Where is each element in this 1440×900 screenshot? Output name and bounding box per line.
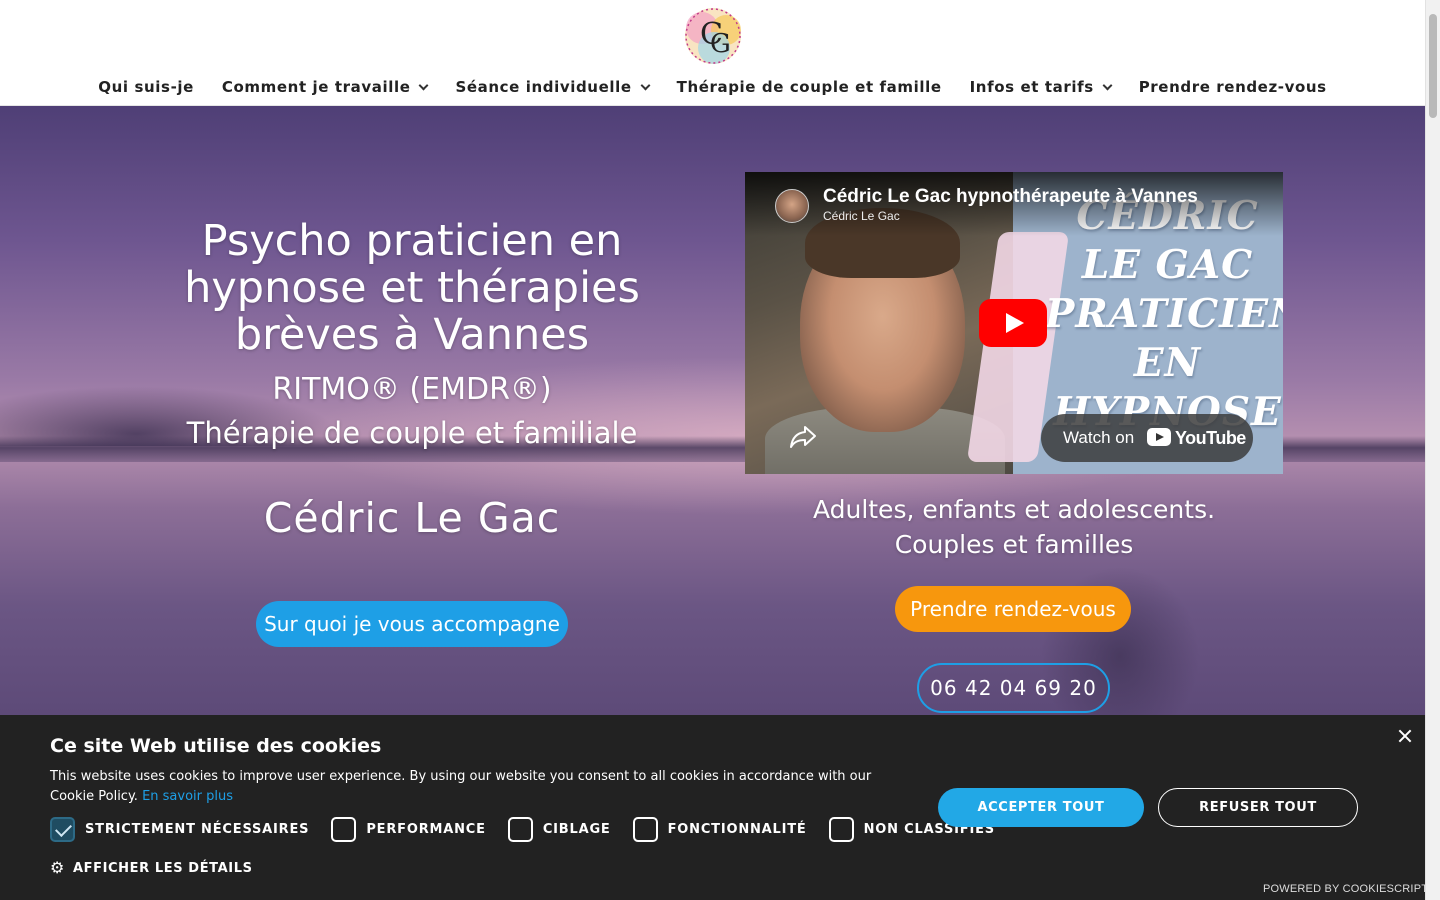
- chevron-down-icon: [419, 80, 429, 90]
- nav-item-qui-suis-je[interactable]: Qui suis-je: [98, 76, 194, 98]
- audience-line-2: Couples et familles: [894, 530, 1134, 559]
- nav-item-prendre-rendez-vous[interactable]: Prendre rendez-vous: [1139, 76, 1327, 98]
- page-title: Psycho praticien en hypnose et thérapies…: [184, 216, 640, 360]
- cookie-category-performance[interactable]: PERFORMANCE: [331, 817, 485, 842]
- audience-line-1: Adultes, enfants et adolescents.: [812, 495, 1216, 524]
- nav-item-label: Comment je travaille: [221, 78, 411, 96]
- svg-text:G: G: [710, 29, 731, 59]
- cookie-category-label: PERFORMANCE: [366, 822, 486, 837]
- share-icon[interactable]: [789, 424, 817, 450]
- site-logo[interactable]: C G: [672, 2, 754, 70]
- youtube-wordmark: YouTube: [1175, 428, 1246, 448]
- scrollbar-thumb[interactable]: [1429, 14, 1437, 118]
- close-icon[interactable]: [1396, 727, 1414, 745]
- cookie-banner-text: This website uses cookies to improve use…: [50, 767, 900, 807]
- page-scrollbar[interactable]: [1425, 0, 1440, 900]
- checkbox[interactable]: [632, 817, 658, 842]
- nav-item-label: Thérapie de couple et famille: [676, 78, 942, 96]
- cookie-category-targeting[interactable]: CIBLAGE: [507, 817, 611, 842]
- nav-item-label: Infos et tarifs: [969, 78, 1094, 96]
- nav-item-infos-tarifs[interactable]: Infos et tarifs: [969, 76, 1113, 98]
- youtube-logo-icon: [1147, 428, 1171, 446]
- main-nav: Qui suis-je Comment je travaille Séance …: [0, 76, 1425, 98]
- hero-subtitle-therapie: Thérapie de couple et familiale: [186, 416, 638, 450]
- checkbox[interactable]: [507, 817, 533, 842]
- hero-section: Psycho praticien en hypnose et thérapies…: [0, 106, 1425, 716]
- checkbox[interactable]: [828, 817, 854, 842]
- cookie-banner-title: Ce site Web utilise des cookies: [50, 735, 382, 757]
- nav-item-comment-je-travaille[interactable]: Comment je travaille: [221, 76, 429, 98]
- site-header: C G Qui suis-je Comment je travaille Séa…: [0, 0, 1425, 106]
- cookie-category-label: FONCTIONNALITÉ: [667, 822, 807, 837]
- cookie-category-functionality[interactable]: FONCTIONNALITÉ: [632, 817, 807, 842]
- appointment-button[interactable]: Prendre rendez-vous: [895, 586, 1131, 632]
- cookie-category-necessary[interactable]: STRICTEMENT NÉCESSAIRES: [50, 817, 309, 842]
- nav-item-label: Prendre rendez-vous: [1138, 78, 1327, 96]
- powered-by-link[interactable]: POWERED BY COOKIESCRIPT: [1263, 883, 1428, 895]
- cookie-category-label: STRICTEMENT NÉCESSAIRES: [85, 822, 310, 837]
- channel-avatar[interactable]: [775, 189, 809, 223]
- nav-item-label: Qui suis-je: [98, 78, 194, 96]
- play-button[interactable]: [979, 299, 1047, 347]
- audience-text: Adultes, enfants et adolescents. Couples…: [745, 492, 1283, 562]
- phone-button[interactable]: 06 42 04 69 20: [917, 663, 1110, 713]
- show-details-label: AFFICHER LES DÉTAILS: [72, 860, 253, 876]
- gear-icon: ⚙: [50, 858, 65, 877]
- practitioner-name: Cédric Le Gac: [263, 494, 561, 542]
- nav-item-label: Séance individuelle: [455, 78, 632, 96]
- accompaniment-button[interactable]: Sur quoi je vous accompagne: [256, 601, 568, 647]
- youtube-video-embed[interactable]: CÉDRIC LE GAC PRATICIEN EN HYPNOSE Cédri…: [745, 172, 1283, 474]
- hero-subtitle-emdr: RITMO® (EMDR®): [272, 372, 552, 407]
- video-title[interactable]: Cédric Le Gac hypnothérapeute à Vannes: [823, 186, 1198, 208]
- cookie-banner: Ce site Web utilise des cookies This web…: [0, 715, 1428, 900]
- chevron-down-icon: [640, 80, 651, 90]
- video-channel-name: Cédric Le Gac: [823, 209, 900, 223]
- accept-all-button[interactable]: ACCEPTER TOUT: [938, 788, 1144, 827]
- chevron-down-icon: [1102, 80, 1113, 90]
- nav-item-seance-individuelle[interactable]: Séance individuelle: [455, 76, 651, 98]
- nav-item-therapie-couple[interactable]: Thérapie de couple et famille: [677, 76, 942, 98]
- play-icon: [1006, 313, 1024, 333]
- refuse-all-button[interactable]: REFUSER TOUT: [1158, 788, 1358, 827]
- checkmark-icon[interactable]: [50, 817, 75, 842]
- show-details-toggle[interactable]: ⚙ AFFICHER LES DÉTAILS: [50, 860, 253, 876]
- watch-on-label: Watch on: [1063, 428, 1135, 447]
- watch-on-youtube-button[interactable]: Watch on YouTube: [1041, 414, 1253, 462]
- checkbox[interactable]: [331, 817, 357, 842]
- cookie-category-list: STRICTEMENT NÉCESSAIRES PERFORMANCE CIBL…: [50, 817, 1017, 842]
- cookie-category-label: CIBLAGE: [542, 822, 611, 837]
- learn-more-link[interactable]: En savoir plus: [142, 789, 233, 804]
